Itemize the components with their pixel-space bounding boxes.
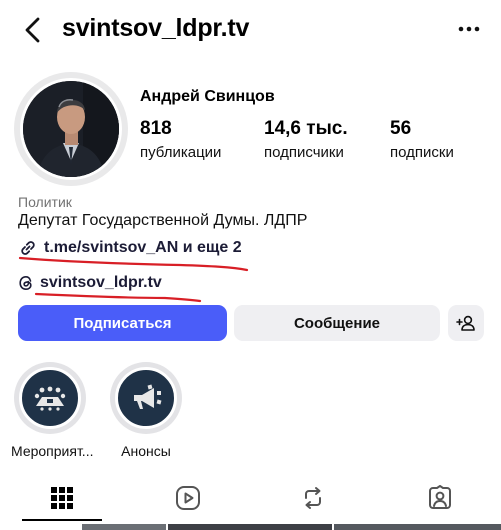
highlight-announcements[interactable]: Анонсы (107, 362, 185, 459)
tab-grid[interactable] (42, 478, 82, 518)
meeting-table-icon (34, 386, 66, 411)
profile-header: svintsov_ldpr.tv (0, 0, 501, 62)
profile-bio: Депутат Государственной Думы. ЛДПР (18, 212, 308, 229)
message-button[interactable]: Сообщение (234, 305, 440, 341)
add-user-icon (456, 315, 475, 331)
avatar (20, 78, 122, 180)
profile-tabs (0, 478, 501, 522)
tab-tagged[interactable] (420, 478, 460, 518)
more-dots-icon[interactable] (458, 24, 480, 34)
profile-username[interactable]: svintsov_ldpr.tv (62, 14, 249, 43)
threads-handle: svintsov_ldpr.tv (40, 274, 162, 291)
threads-icon (19, 275, 32, 291)
active-tab-indicator (22, 519, 102, 521)
threads-link[interactable]: svintsov_ldpr.tv (18, 273, 162, 293)
stat-following-label: подписки (390, 144, 454, 161)
post-thumbnail[interactable] (82, 524, 166, 530)
tab-reels[interactable] (168, 478, 208, 518)
grid-icon (51, 487, 73, 509)
highlight-events-label: Мероприят... (11, 443, 94, 459)
tagged-icon (429, 485, 451, 509)
stat-posts[interactable]: 818 публикации (140, 118, 221, 161)
profile-category: Политик (18, 194, 72, 210)
stat-following-value: 56 (390, 118, 412, 139)
display-name: Андрей Свинцов (140, 88, 275, 105)
stat-posts-value: 818 (140, 118, 172, 139)
avatar-photo (23, 81, 119, 177)
avatar-ring[interactable] (14, 72, 128, 186)
profile-link-text: t.me/svintsov_AN и еще 2 (44, 239, 242, 256)
highlight-announcements-label: Анонсы (121, 443, 171, 459)
follow-button[interactable]: Подписаться (18, 305, 227, 341)
repost-icon (305, 487, 321, 509)
chevron-left-icon[interactable] (20, 16, 46, 44)
highlight-events[interactable]: Мероприят... (11, 362, 94, 459)
stat-followers[interactable]: 14,6 тыс. подписчики (264, 118, 348, 161)
post-grid-preview (0, 524, 501, 530)
reels-icon (176, 486, 200, 510)
stat-followers-value: 14,6 тыс. (264, 118, 348, 139)
post-thumbnail[interactable] (0, 524, 82, 530)
link-icon (21, 241, 35, 255)
tab-reposts[interactable] (293, 478, 333, 518)
add-user-button[interactable] (448, 305, 484, 341)
stat-posts-label: публикации (140, 144, 222, 161)
stat-following[interactable]: 56 подписки (390, 118, 454, 161)
post-thumbnail[interactable] (334, 524, 501, 530)
post-thumbnail[interactable] (168, 524, 332, 530)
profile-link[interactable]: t.me/svintsov_AN и еще 2 (18, 238, 242, 258)
stat-followers-label: подписчики (264, 144, 344, 161)
megaphone-icon (134, 384, 162, 409)
